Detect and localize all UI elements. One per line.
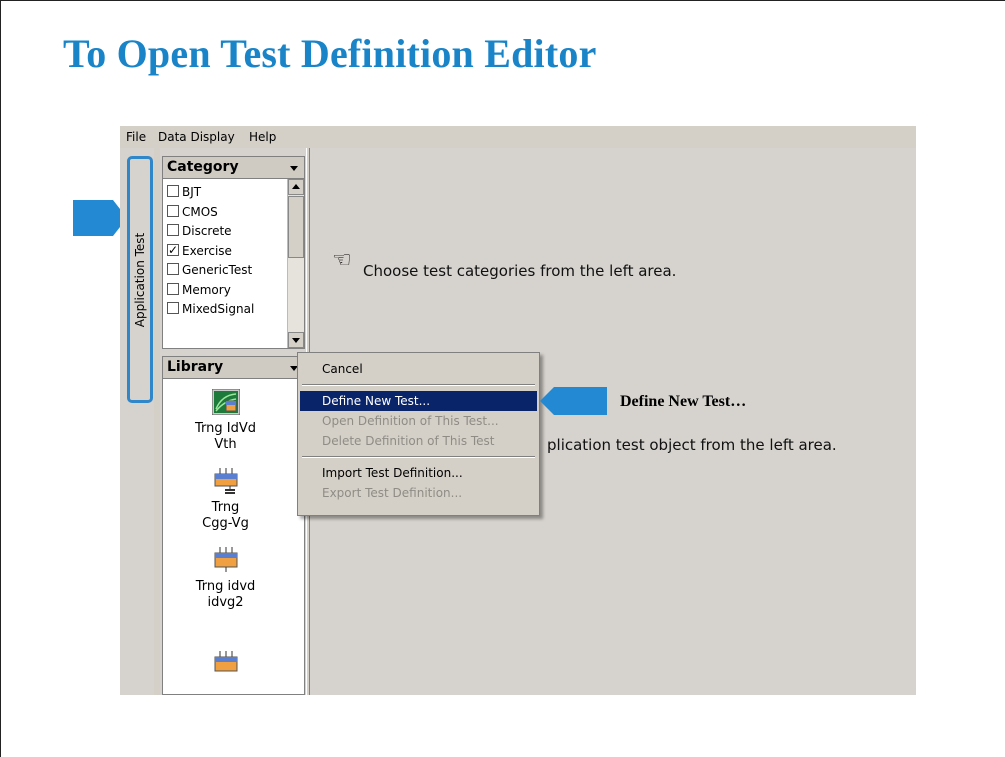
category-item-exercise[interactable]: Exercise: [167, 241, 254, 262]
slide-title: To Open Test Definition Editor: [63, 31, 597, 76]
category-label: Exercise: [182, 243, 232, 258]
scroll-thumb[interactable]: [288, 196, 304, 258]
checkbox-discrete[interactable]: [167, 224, 179, 236]
checkbox-generictest[interactable]: [167, 263, 179, 275]
library-item-line1: Trng: [211, 500, 240, 515]
category-item-cmos[interactable]: CMOS: [167, 203, 254, 223]
library-item-line2: Cgg-Vg: [202, 516, 249, 531]
idvd-graph-icon: [211, 388, 240, 416]
category-label: GenericTest: [182, 263, 253, 277]
category-label: MixedSignal: [182, 302, 255, 316]
checkbox-bjt[interactable]: [167, 185, 179, 197]
callout-define-new-test: Define New Test…: [620, 393, 747, 410]
menu-item-delete-definition[interactable]: Delete Definition of This Test: [300, 431, 537, 451]
menu-separator: [302, 384, 535, 386]
library-item-trng-idvd-idvg2[interactable]: Trng idvd idvg2: [163, 547, 288, 611]
menu-item-export-definition[interactable]: Export Test Definition...: [300, 483, 537, 503]
library-item-trng-idvd-vth[interactable]: Trng IdVd Vth: [163, 388, 288, 453]
library-item-partial[interactable]: [163, 651, 288, 683]
right-pointer-arrow-icon: [540, 387, 607, 415]
category-item-bjt[interactable]: BJT: [167, 183, 254, 203]
checkbox-cmos[interactable]: [167, 204, 179, 217]
library-item-line2: idvg2: [207, 595, 244, 610]
category-header[interactable]: Category: [163, 157, 304, 179]
category-item-generictest[interactable]: GenericTest: [167, 261, 254, 281]
menu-item-import-definition[interactable]: Import Test Definition...: [300, 463, 537, 483]
category-header-label: Category: [167, 159, 239, 175]
checkbox-memory[interactable]: [167, 282, 179, 295]
library-header[interactable]: Library: [163, 357, 304, 379]
category-label: Memory: [182, 282, 231, 297]
transistor-device-icon: [212, 651, 240, 677]
category-scrollbar[interactable]: [287, 179, 304, 348]
library-header-label: Library: [167, 359, 224, 375]
transistor-device-icon: [212, 547, 240, 573]
main-hint-library: plication test object from the left area…: [547, 436, 837, 454]
menu-help[interactable]: Help: [249, 130, 276, 144]
menubar: File Data Display Help: [120, 126, 916, 148]
pointing-hand-icon: ☜: [332, 248, 352, 273]
category-item-mixedsignal[interactable]: MixedSignal: [167, 300, 254, 320]
category-list: BJT CMOS Discrete Exercise GenericTest M…: [167, 183, 254, 320]
scroll-down-icon[interactable]: [288, 332, 304, 348]
category-item-memory[interactable]: Memory: [167, 281, 254, 301]
menu-item-define-new-test[interactable]: Define New Test...: [300, 391, 537, 411]
main-hint-categories: Choose test categories from the left are…: [363, 262, 677, 280]
category-label: CMOS: [182, 204, 218, 219]
chevron-down-icon[interactable]: [290, 166, 298, 171]
category-panel: Category BJT CMOS Discrete Exercise Gene…: [162, 156, 305, 349]
capacitor-device-icon: [212, 468, 240, 494]
library-item-trng-cgg-vg[interactable]: Trng Cgg-Vg: [163, 468, 288, 532]
menu-item-cancel[interactable]: Cancel: [300, 359, 537, 379]
application-window: File Data Display Help Application Test …: [120, 126, 916, 695]
context-menu: Cancel Define New Test... Open Definitio…: [297, 352, 540, 516]
menu-item-open-definition[interactable]: Open Definition of This Test...: [300, 411, 537, 431]
tab-application-test-label: Application Test: [133, 232, 147, 328]
library-item-line2: Vth: [214, 437, 237, 452]
category-item-discrete[interactable]: Discrete: [167, 222, 254, 242]
menu-file[interactable]: File: [126, 130, 146, 144]
slide-border-top: [0, 0, 1005, 1]
menu-data-display[interactable]: Data Display: [158, 130, 235, 144]
menu-separator: [302, 456, 535, 458]
scroll-up-icon[interactable]: [288, 179, 304, 195]
library-panel: Library Trng IdVd Vth Trng Cgg-Vg Trng i…: [162, 356, 305, 695]
category-label: Discrete: [182, 224, 232, 238]
slide-border-left: [0, 0, 1, 757]
checkbox-mixedsignal[interactable]: [167, 302, 179, 314]
checkbox-exercise[interactable]: [167, 241, 179, 260]
category-label: BJT: [182, 185, 202, 199]
library-item-line1: Trng idvd: [195, 579, 256, 594]
library-item-line1: Trng IdVd: [194, 421, 256, 436]
